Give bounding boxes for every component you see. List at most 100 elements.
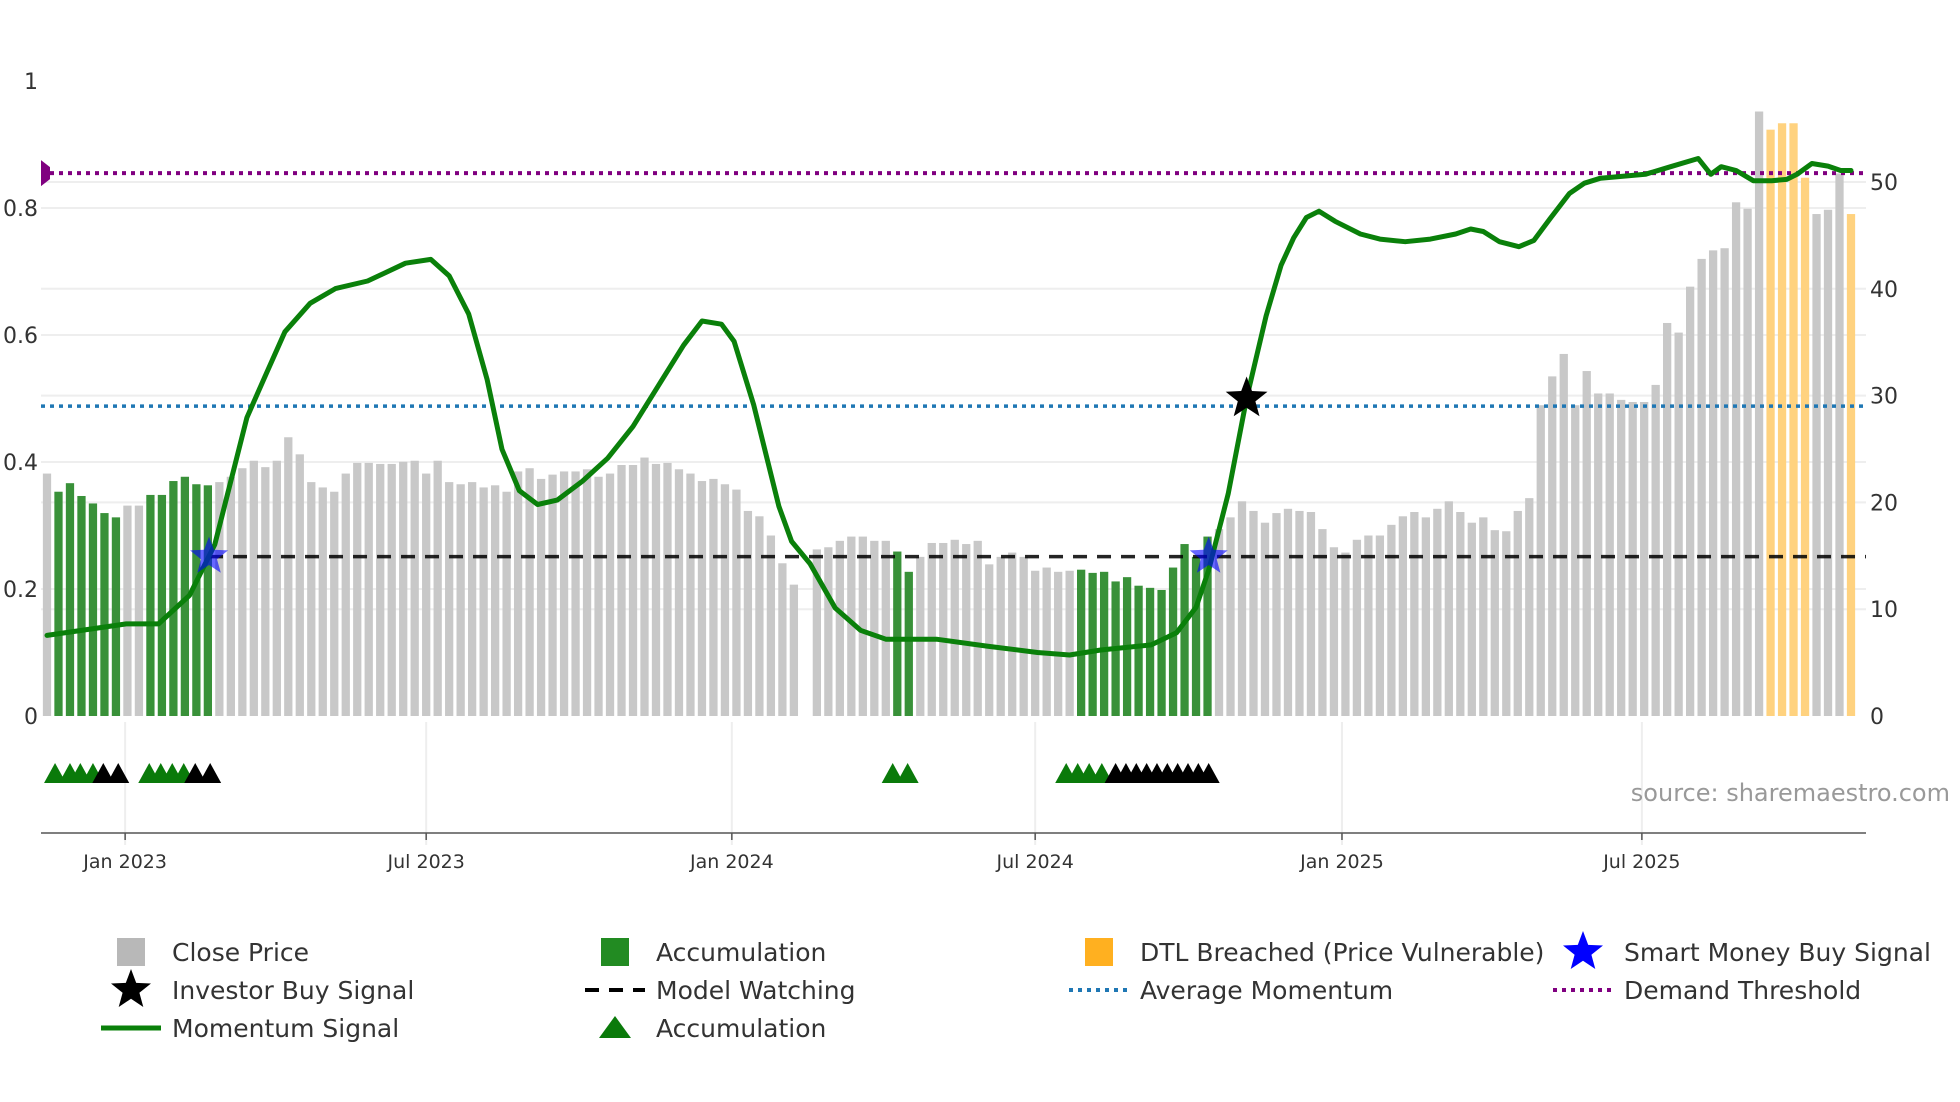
close-price-bar [1272, 513, 1281, 716]
close-price-bar [789, 584, 799, 716]
close-price-bar [1559, 353, 1568, 716]
legend-item-dtl-breached-price-vulnerable-: DTL Breached (Price Vulnerable) [1085, 938, 1544, 967]
close-price-bar [1249, 510, 1258, 716]
source-label: source: sharemaestro.com [1631, 779, 1950, 807]
x-tick-label: Jan 2024 [689, 851, 774, 873]
close-price-bar [513, 471, 523, 716]
legend-item-accumulation: Accumulation [599, 1014, 826, 1043]
close-price-bar [973, 540, 982, 716]
accumulation-bar [54, 491, 63, 716]
close-price-bar [628, 465, 638, 716]
close-price-bar [605, 473, 615, 716]
close-price-bar [1720, 248, 1729, 716]
close-price-bar [1031, 570, 1040, 716]
legend-item-demand-threshold: Demand Threshold [1553, 976, 1861, 1005]
close-price-bar [1042, 567, 1051, 716]
accumulation-bar [1145, 587, 1155, 716]
accumulation-bar [1088, 572, 1097, 716]
close-price-bar [720, 484, 730, 716]
close-price-bar [1743, 208, 1752, 716]
legend-label: Close Price [172, 938, 309, 967]
close-price-bar [1479, 517, 1488, 716]
close-price-bar [1019, 556, 1028, 716]
close-price-bar [341, 473, 350, 716]
close-price-bar [548, 474, 557, 716]
close-price-bar [445, 482, 454, 716]
close-price-bar [709, 478, 718, 716]
close-price-bar [1525, 498, 1534, 716]
close-price-bar [1835, 173, 1844, 716]
left-axis-tick-label: 1 [24, 70, 38, 95]
accumulation-bar [1134, 585, 1143, 716]
accumulation-bar [1099, 571, 1109, 716]
close-price-bar [732, 489, 741, 716]
left-axis-tick-label: 0.2 [3, 578, 38, 603]
close-price-bar [318, 487, 327, 716]
right-axis-tick-label: 0 [1870, 705, 1884, 730]
close-price-bar [410, 460, 419, 716]
close-price-bar [502, 491, 511, 716]
close-price-bar [364, 462, 373, 716]
close-price-bar [1306, 512, 1316, 716]
close-price-bar [238, 468, 247, 716]
close-price-bar [376, 463, 385, 716]
close-price-bar [1433, 508, 1442, 716]
accumulation-bar [65, 483, 75, 716]
legend-star-black-icon [111, 969, 151, 1007]
right-axis-tick-label: 30 [1870, 385, 1898, 410]
close-price-bar [42, 473, 52, 716]
close-price-bar [1226, 517, 1235, 716]
close-price-bar [1754, 111, 1764, 716]
x-tick-label: Jul 2025 [1602, 851, 1680, 873]
legend-label: Investor Buy Signal [172, 976, 414, 1005]
close-price-bar [1387, 524, 1396, 716]
accumulation-bar [169, 481, 178, 716]
close-price-bar [939, 542, 948, 716]
close-price-bar [1513, 510, 1522, 716]
close-price-bar [134, 505, 144, 716]
legend-square-orange-icon [1085, 938, 1113, 966]
close-price-bar [1674, 332, 1683, 716]
close-price-bar [1467, 522, 1476, 716]
accumulation-bar [157, 494, 167, 716]
close-price-bar [490, 485, 500, 716]
close-price-bar [996, 556, 1005, 716]
left-axis-tick-label: 0.8 [3, 197, 38, 222]
close-price-bar [1364, 535, 1373, 716]
close-price-bar [307, 482, 316, 716]
legend-item-smart-money-buy-signal: Smart Money Buy Signal [1563, 931, 1931, 969]
accumulation-bar [100, 513, 109, 716]
close-price-bar [582, 469, 592, 716]
close-price-bar [1594, 393, 1603, 716]
dtl-breached-bar [1777, 123, 1787, 716]
close-price-bar [985, 564, 994, 716]
close-price-bar [433, 460, 442, 716]
close-price-bar [1651, 384, 1660, 716]
close-price-bar [226, 476, 235, 716]
close-price-bar [1697, 258, 1706, 716]
close-price-bar [559, 471, 569, 716]
price-bars [42, 111, 1856, 717]
close-price-bar [1812, 214, 1821, 717]
dtl-breached-bar [1766, 129, 1775, 717]
close-price-bar [858, 536, 867, 716]
close-price-bar [468, 482, 477, 716]
close-price-bar [1410, 512, 1419, 716]
legend-item-investor-buy-signal: Investor Buy Signal [111, 969, 414, 1007]
accumulation-bar [1077, 569, 1086, 716]
close-price-bar [123, 505, 132, 716]
close-price-bar [1617, 399, 1626, 716]
legend-triangle-icon [599, 1016, 631, 1038]
dtl-breached-bar [1800, 177, 1810, 716]
legend-label: Average Momentum [1140, 976, 1393, 1005]
close-price-bar [1329, 547, 1339, 716]
close-price-bar [284, 437, 293, 716]
close-price-bar [950, 539, 959, 716]
legend-square-gray-icon [117, 938, 145, 966]
close-price-bar [1640, 402, 1649, 716]
accumulation-bar [1168, 567, 1178, 716]
close-price-bar [1685, 286, 1695, 716]
close-price-bar [755, 516, 764, 716]
close-price-bar [1731, 202, 1741, 717]
close-price-bar [387, 463, 396, 716]
